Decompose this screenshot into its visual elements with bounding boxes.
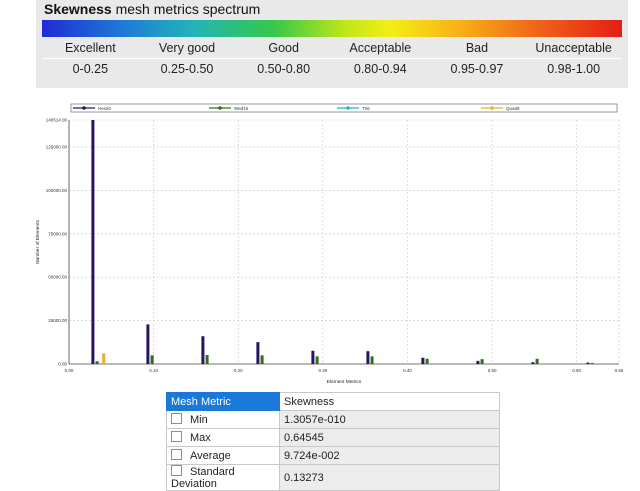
y-tick-label: 50000.00 <box>48 275 67 280</box>
metric-row-average: Average 9.724e-002 <box>166 446 500 465</box>
x-tick-label: 0.65 <box>615 368 624 373</box>
average-label: Average <box>190 450 231 462</box>
bar-wed15 <box>590 362 594 364</box>
metric-row-std-dev: Standard Deviation 0.13273 <box>166 464 500 491</box>
x-tick-label: 0.60 <box>572 368 581 373</box>
legend-label-quad8: Quad8 <box>506 106 520 111</box>
bar-hex20 <box>366 351 370 364</box>
bar-wed15 <box>150 355 154 364</box>
bar-wed15 <box>95 361 99 364</box>
spectrum-range: 0.80-0.94 <box>353 62 407 76</box>
bar-hex20 <box>586 362 590 364</box>
x-tick-label: 0.00 <box>65 368 74 373</box>
legend-marker-quad8 <box>490 106 494 110</box>
spectrum-title-bold: Skewness <box>44 1 112 17</box>
bar-hex20 <box>476 360 480 364</box>
min-label: Min <box>190 414 208 426</box>
spectrum-gradient-bar <box>42 20 622 37</box>
max-checkbox[interactable] <box>171 431 182 442</box>
bar-wed15 <box>260 355 264 364</box>
spectrum-category: Very good <box>138 38 236 59</box>
bar-wed15 <box>205 354 209 364</box>
legend-label-wed15: Wed15 <box>234 106 249 111</box>
spectrum-category: Good <box>235 38 332 59</box>
x-tick-label: 0.20 <box>234 368 243 373</box>
std-dev-checkbox[interactable] <box>171 465 182 476</box>
bar-hex20 <box>201 336 205 364</box>
max-value: 0.64545 <box>279 428 500 447</box>
legend-marker-tri6 <box>346 106 350 110</box>
bar-hex20 <box>91 120 95 364</box>
mesh-metric-table: Mesh Metric Skewness Min 1.3057e-010 Max… <box>166 392 500 491</box>
x-axis-label: Element Metrics <box>327 379 362 385</box>
bar-hex20 <box>311 350 315 364</box>
bar-wed15 <box>535 358 539 364</box>
element-metrics-chart: Hex20 Wed15 Tri6 Quad8 0.00 0.10 0.20 0.30 0.40 0… <box>32 96 628 388</box>
y-axis-label: Number of Elements <box>35 220 41 264</box>
bar-hex20 <box>531 362 535 364</box>
min-value: 1.3057e-010 <box>279 410 500 429</box>
std-dev-value: 0.13273 <box>279 464 500 491</box>
x-tick-label: 0.30 <box>318 368 327 373</box>
bar-quad8 <box>102 353 106 364</box>
bar-hex20 <box>421 357 425 364</box>
x-tick-label: 0.10 <box>149 368 158 373</box>
spectrum-range: 0.50-0.80 <box>257 62 311 76</box>
skewness-spectrum-panel: Skewness mesh metrics spectrum Excellent… <box>36 0 628 88</box>
y-tick-label: 0.00 <box>58 362 67 367</box>
spectrum-range: 0.25-0.50 <box>160 62 214 76</box>
spectrum-table: Excellent Very good Good Acceptable Bad … <box>42 38 622 79</box>
spectrum-range: 0.95-0.97 <box>450 62 504 76</box>
mesh-metric-header-row[interactable]: Mesh Metric Skewness <box>166 392 500 411</box>
average-checkbox[interactable] <box>171 449 182 460</box>
mesh-metric-label: Mesh Metric <box>166 392 280 411</box>
average-value: 9.724e-002 <box>279 446 500 465</box>
bar-hex20 <box>146 324 150 364</box>
metric-row-max: Max 0.64545 <box>166 428 500 447</box>
chart-canvas: Hex20 Wed15 Tri6 Quad8 0.00 0.10 0.20 0.30 0.40 0… <box>35 103 624 385</box>
spectrum-category: Excellent <box>42 38 139 59</box>
x-tick-label: 0.40 <box>403 368 412 373</box>
y-tick-label: 25000.00 <box>48 318 67 323</box>
legend-label-tri6: Tri6 <box>362 106 370 111</box>
metric-row-min: Min 1.3057e-010 <box>166 410 500 429</box>
y-tick-label: 140514.00 <box>46 118 68 123</box>
min-checkbox[interactable] <box>171 413 182 424</box>
bar-wed15 <box>425 358 429 364</box>
x-tick-label: 0.50 <box>488 368 497 373</box>
bar-wed15 <box>480 359 484 364</box>
spectrum-title: Skewness mesh metrics spectrum <box>44 1 260 17</box>
legend-marker-hex20 <box>82 106 86 110</box>
bar-hex20 <box>256 342 260 364</box>
spectrum-title-rest: mesh metrics spectrum <box>111 1 261 17</box>
legend-label-hex20: Hex20 <box>98 106 112 111</box>
y-tick-label: 75000.00 <box>48 231 67 236</box>
mesh-metric-value[interactable]: Skewness <box>279 392 500 411</box>
spectrum-range: 0.98-1.00 <box>547 62 601 76</box>
spectrum-category: Unacceptable <box>525 38 622 59</box>
bar-wed15 <box>315 356 319 364</box>
bar-wed15 <box>370 356 374 364</box>
max-label: Max <box>190 432 211 444</box>
spectrum-category: Bad <box>428 38 526 59</box>
y-tick-label: 125000.00 <box>46 144 68 149</box>
legend-marker-wed15 <box>218 106 222 110</box>
y-tick-label: 100000.00 <box>46 188 68 193</box>
spectrum-category: Acceptable <box>331 38 429 59</box>
spectrum-range: 0-0.25 <box>72 62 109 76</box>
